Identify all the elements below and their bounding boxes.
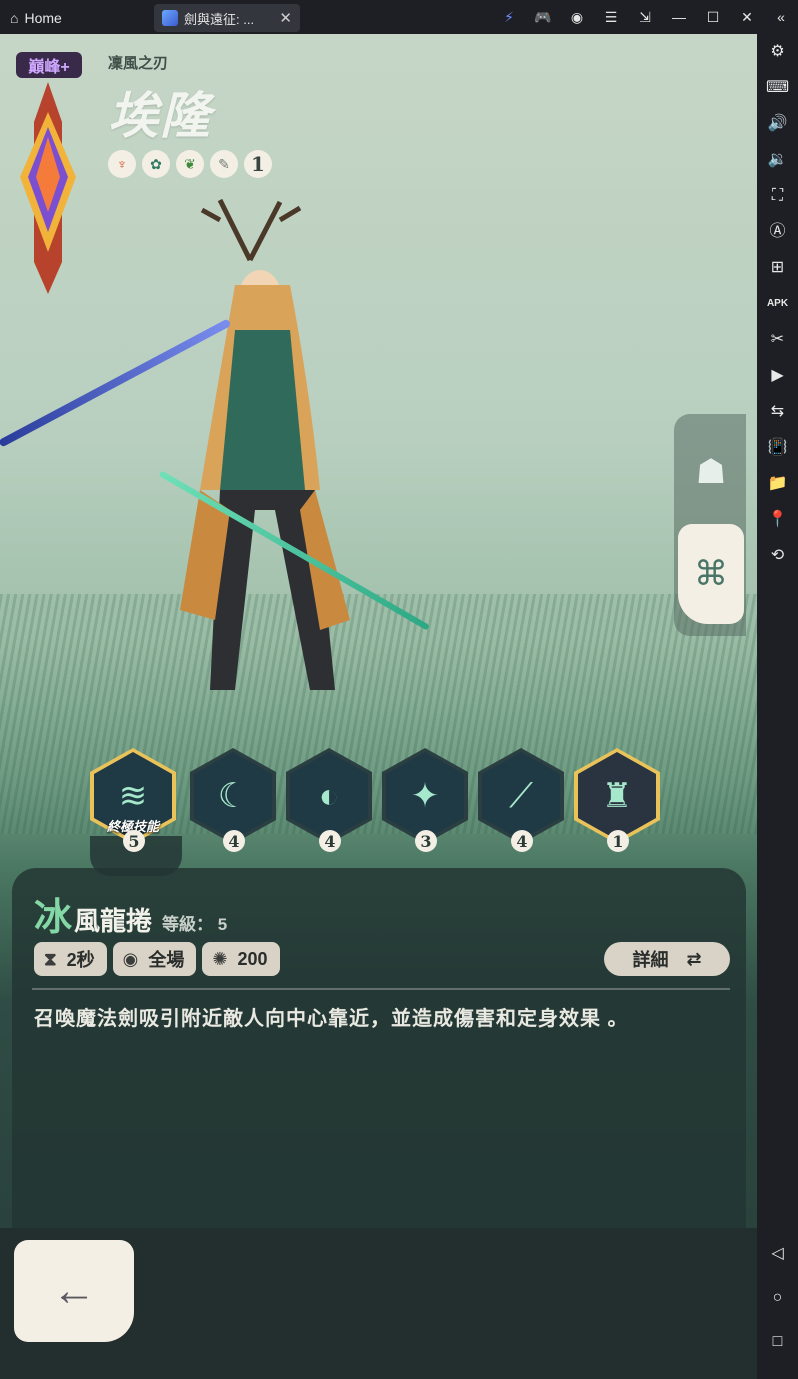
leaf-faction-icon[interactable]: ❦	[176, 150, 204, 178]
back-button[interactable]: ←	[14, 1240, 134, 1342]
detail-button-label: 詳細	[632, 950, 669, 970]
window-controls: ⚡ 🎮 ◉ ☰ ⇲ — ☐ ✕ «	[492, 0, 798, 34]
energy-swirl-icon: ✺	[212, 948, 228, 969]
energy-chip: ✺ 200	[202, 942, 280, 976]
game-tab-label: 劍與遠征: ...	[184, 11, 255, 27]
view-switch-panel: ☗ ⌘	[674, 414, 746, 636]
skill-ultimate[interactable]: ≋ 終極技能 5	[90, 748, 176, 852]
skill-level-badge: 5	[123, 830, 145, 852]
faction-icons: ♆ ✿ ❦ ✎ 1	[108, 150, 272, 178]
android-back-icon[interactable]: ◁	[757, 1244, 798, 1264]
slash-skill-icon: ☾	[194, 752, 272, 840]
skill-level-badge: 4	[223, 830, 245, 852]
rotate-icon[interactable]: ⟲	[757, 546, 798, 566]
hero-artwork	[180, 198, 350, 690]
sync-icon[interactable]: ⇆	[757, 402, 798, 422]
skill-level-badge: 3	[415, 830, 437, 852]
emulator-sidebar: ⚙ ⌨ 🔊 🔉 ⛶ Ⓐ ⊞ APK ✂ ▶ ⇆ 📳 📁 📍 ⟲ ◁ ○ □	[757, 34, 798, 1379]
detail-button[interactable]: 詳細 ⇄	[604, 942, 730, 976]
skill-3[interactable]: ◐ 4	[286, 748, 372, 852]
window-title-bar: ⌂ Home 劍與遠征: ... ✕ ⚡ 🎮 ◉ ☰ ⇲ — ☐ ✕ «	[0, 0, 798, 34]
feather-class-icon[interactable]: ✎	[210, 150, 238, 178]
skill-scroll-icon[interactable]: ⌘	[678, 524, 744, 624]
hourglass-icon: ⧗	[44, 948, 57, 969]
home-tab[interactable]: ⌂ Home	[10, 6, 62, 30]
cooldown-chip: ⧗ 2秒	[34, 942, 107, 976]
screenshot-icon[interactable]: ⛶	[757, 186, 798, 206]
game-icon	[162, 10, 178, 26]
range-value: 全場	[148, 950, 185, 970]
android-home-icon[interactable]: ○	[757, 1288, 798, 1308]
account-icon[interactable]: ◉	[560, 9, 594, 26]
multi-instance-icon[interactable]: ⊞	[757, 258, 798, 278]
shake-icon[interactable]: 📳	[757, 438, 798, 458]
skill-level-text: 等級： 5	[162, 915, 228, 934]
skill-title-rest: 風龍捲	[74, 907, 153, 937]
volume-up-icon[interactable]: 🔊	[757, 114, 798, 134]
folder-icon[interactable]: 📁	[757, 474, 798, 494]
collapse-sidebar-icon[interactable]: «	[764, 9, 798, 25]
settings-icon[interactable]: ⚙	[757, 42, 798, 62]
range-chip: ◉ 全場	[112, 942, 197, 976]
rank-badge: 巔峰+	[16, 52, 82, 78]
skill-title-first-char: 冰	[34, 894, 73, 939]
blades-skill-icon: ⟋	[482, 752, 560, 840]
close-window-icon[interactable]: ✕	[730, 9, 764, 26]
apk-icon[interactable]: APK	[757, 294, 798, 314]
record-icon[interactable]: ▶	[757, 366, 798, 386]
boost-icon[interactable]: ⚡	[492, 9, 526, 26]
volume-down-icon[interactable]: 🔉	[757, 150, 798, 170]
lotus-faction-icon[interactable]: ✿	[142, 150, 170, 178]
hero-helmet-icon[interactable]: ☗	[678, 422, 744, 522]
minimize-icon[interactable]: —	[662, 9, 696, 25]
faction-count-badge: 1	[244, 150, 272, 178]
menu-icon[interactable]: ☰	[594, 9, 628, 26]
eye-icon: ◉	[122, 948, 139, 969]
sword-sparkle-skill-icon: ✦	[386, 752, 464, 840]
cooldown-value: 2秒	[66, 950, 95, 970]
skill-title: 冰 風龍捲 等級： 5	[34, 886, 227, 941]
resize-icon[interactable]: ⇲	[628, 9, 662, 26]
keyboard-icon[interactable]: ⌨	[757, 78, 798, 98]
skill-2[interactable]: ☾ 4	[190, 748, 276, 852]
hero-name: 埃隆	[108, 86, 212, 145]
skill-info-panel: 冰 風龍捲 等級： 5 ⧗ 2秒 ◉ 全場 ✺ 200 詳細 ⇄ 召喚魔法劍吸引…	[12, 868, 746, 1228]
hero-subtitle: 凜風之刃	[108, 55, 169, 72]
android-recents-icon[interactable]: □	[757, 1332, 798, 1352]
auto-icon[interactable]: Ⓐ	[757, 222, 798, 242]
rank-crystal-icon	[20, 82, 76, 294]
energy-value: 200	[237, 948, 268, 969]
game-tab[interactable]: 劍與遠征: ... ✕	[154, 4, 300, 32]
skill-4[interactable]: ✦ 3	[382, 748, 468, 852]
swap-arrows-icon: ⇄	[686, 948, 702, 969]
tab-close-icon[interactable]: ✕	[279, 9, 292, 27]
skill-level-badge: 1	[607, 830, 629, 852]
maximize-icon[interactable]: ☐	[696, 9, 730, 26]
skill-level-badge: 4	[319, 830, 341, 852]
home-tab-label: Home	[24, 10, 62, 26]
skill-5[interactable]: ⟋ 4	[478, 748, 564, 852]
location-icon[interactable]: 📍	[757, 510, 798, 530]
fire-faction-icon[interactable]: ♆	[108, 150, 136, 178]
skill-selector: ≋ 終極技能 5 ☾ 4 ◐ 4 ✦ 3 ⟋ 4 ♜ 1	[88, 744, 668, 854]
skill-description: 召喚魔法劍吸引附近敵人向中心靠近，並造成傷害和定身效果 。	[34, 1008, 629, 1030]
skill-6[interactable]: ♜ 1	[574, 748, 660, 852]
scissors-icon[interactable]: ✂	[757, 330, 798, 350]
skill-level-badge: 4	[511, 830, 533, 852]
gamepad-icon[interactable]: 🎮	[526, 9, 560, 26]
divider	[32, 988, 730, 990]
home-icon: ⌂	[10, 10, 19, 26]
skill-stats: ⧗ 2秒 ◉ 全場 ✺ 200	[34, 942, 280, 976]
shield-skill-icon: ◐	[290, 752, 368, 840]
knight-skill-icon: ♜	[578, 752, 656, 840]
back-arrow-icon: ←	[52, 1266, 96, 1315]
